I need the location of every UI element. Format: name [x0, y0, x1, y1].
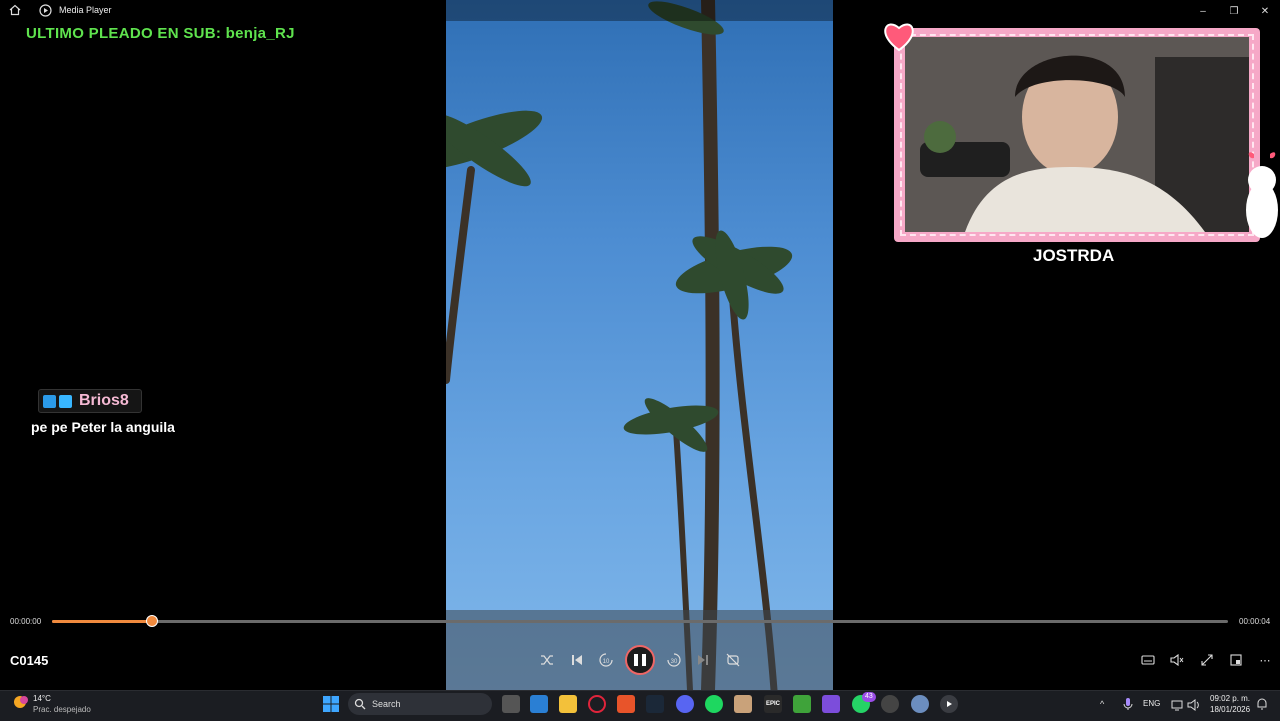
task-view-icon[interactable]: [502, 695, 520, 713]
microphone-icon[interactable]: [1123, 697, 1133, 716]
media-title: C0145: [10, 653, 49, 668]
fullscreen-icon: [1201, 654, 1213, 666]
window-title: Media Player: [59, 5, 112, 15]
more-options-button[interactable]: ⋯: [1254, 650, 1276, 670]
webcam-feed: [905, 37, 1249, 232]
chat-user-tag: Brios8: [38, 389, 142, 413]
mini-player-icon: [1230, 654, 1242, 666]
previous-icon: [572, 655, 582, 665]
chat-username: Brios8: [79, 392, 129, 409]
chrome-icon[interactable]: [881, 695, 899, 713]
steam-icon[interactable]: [646, 695, 664, 713]
widgets-icon[interactable]: [530, 695, 548, 713]
minecraft-icon[interactable]: [793, 695, 811, 713]
skip-back-button[interactable]: 10: [595, 650, 617, 670]
seek-bar[interactable]: [52, 620, 1228, 623]
video-top-shade: [446, 0, 833, 21]
home-icon[interactable]: [8, 3, 22, 17]
media-player-app-icon: [38, 3, 52, 17]
media-player-taskbar-icon[interactable]: [940, 695, 958, 713]
mute-button[interactable]: [1166, 650, 1188, 670]
seek-progress: [52, 620, 152, 623]
pause-button[interactable]: [625, 645, 655, 675]
captions-button[interactable]: [1137, 650, 1159, 670]
restore-button[interactable]: ❐: [1219, 0, 1249, 22]
taskbar: [0, 690, 1280, 721]
volume-muted-icon: [1170, 654, 1184, 666]
chat-message: pe pe Peter la anguila: [31, 419, 175, 435]
notifications-icon[interactable]: [1256, 697, 1268, 716]
captions-icon: [1141, 655, 1155, 665]
chevron-up-icon[interactable]: ^: [1100, 699, 1104, 709]
skip-forward-label: 30: [671, 659, 678, 665]
volume-icon[interactable]: [1187, 698, 1201, 716]
clock-date[interactable]: 18/01/2026: [1210, 705, 1250, 714]
shuffle-icon: [541, 655, 553, 665]
previous-button[interactable]: [566, 650, 588, 670]
skip-forward-icon: 30: [667, 653, 681, 667]
brave-icon[interactable]: [617, 695, 635, 713]
windows-start-icon[interactable]: [322, 695, 340, 713]
video-frame[interactable]: [446, 0, 833, 690]
pause-icon: [634, 654, 638, 666]
files-icon[interactable]: [734, 695, 752, 713]
whatsapp-badge: 43: [862, 692, 876, 702]
more-icon: ⋯: [1259, 654, 1271, 667]
streamer-name: JOSTRDA: [1033, 246, 1115, 265]
moderator-badge-icon: [43, 394, 56, 408]
fullscreen-button[interactable]: [1196, 650, 1218, 670]
next-icon: [698, 655, 708, 665]
taskbar-search[interactable]: [348, 693, 492, 715]
weather-temperature[interactable]: 14°C: [33, 694, 51, 703]
spotify-icon[interactable]: [705, 695, 723, 713]
weather-description[interactable]: Prac. despejado: [33, 705, 91, 714]
total-time: 00:00:04: [1239, 617, 1271, 626]
skip-back-icon: 10: [599, 653, 613, 667]
seek-thumb[interactable]: [146, 615, 158, 627]
current-time: 00:00:00: [10, 617, 42, 626]
palm-trees-image: [446, 0, 793, 690]
discord-icon[interactable]: [676, 695, 694, 713]
network-icon[interactable]: [1171, 698, 1183, 716]
close-button[interactable]: ✕: [1250, 0, 1280, 22]
language-indicator[interactable]: ENG: [1143, 699, 1160, 708]
settings-icon[interactable]: [911, 695, 929, 713]
search-icon: [354, 698, 366, 710]
weather-icon[interactable]: [12, 693, 30, 711]
shuffle-button[interactable]: [536, 650, 558, 670]
prime-badge-icon: [59, 394, 72, 408]
obsidian-icon[interactable]: [822, 695, 840, 713]
search-label[interactable]: Search: [372, 699, 401, 709]
minimize-button[interactable]: –: [1188, 0, 1218, 22]
mini-player-button[interactable]: [1225, 650, 1247, 670]
skip-forward-button[interactable]: 30: [663, 650, 685, 670]
epic-games-icon[interactable]: EPIC: [764, 695, 782, 713]
clock-time[interactable]: 09:02 p. m.: [1210, 694, 1250, 703]
skip-back-label: 10: [603, 659, 610, 665]
cat-sticker-icon: [1246, 152, 1278, 238]
repeat-button[interactable]: [722, 650, 744, 670]
next-button[interactable]: [692, 650, 714, 670]
file-explorer-icon[interactable]: [559, 695, 577, 713]
last-sub-banner: ULTIMO PLEADO EN SUB: benja_RJ: [26, 25, 295, 42]
repeat-off-icon: [726, 653, 740, 667]
opera-icon[interactable]: [588, 695, 606, 713]
heart-sticker-icon: [884, 23, 914, 52]
